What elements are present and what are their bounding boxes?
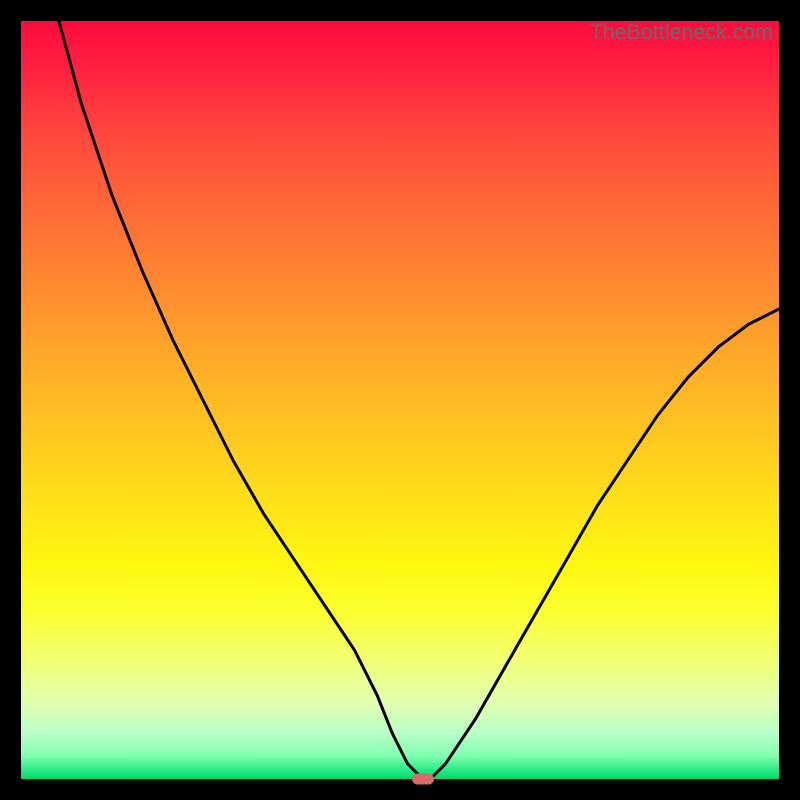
plot-area: TheBottleneck.com [21,21,779,779]
bottleneck-curve [21,21,779,779]
optimum-marker [412,774,434,785]
